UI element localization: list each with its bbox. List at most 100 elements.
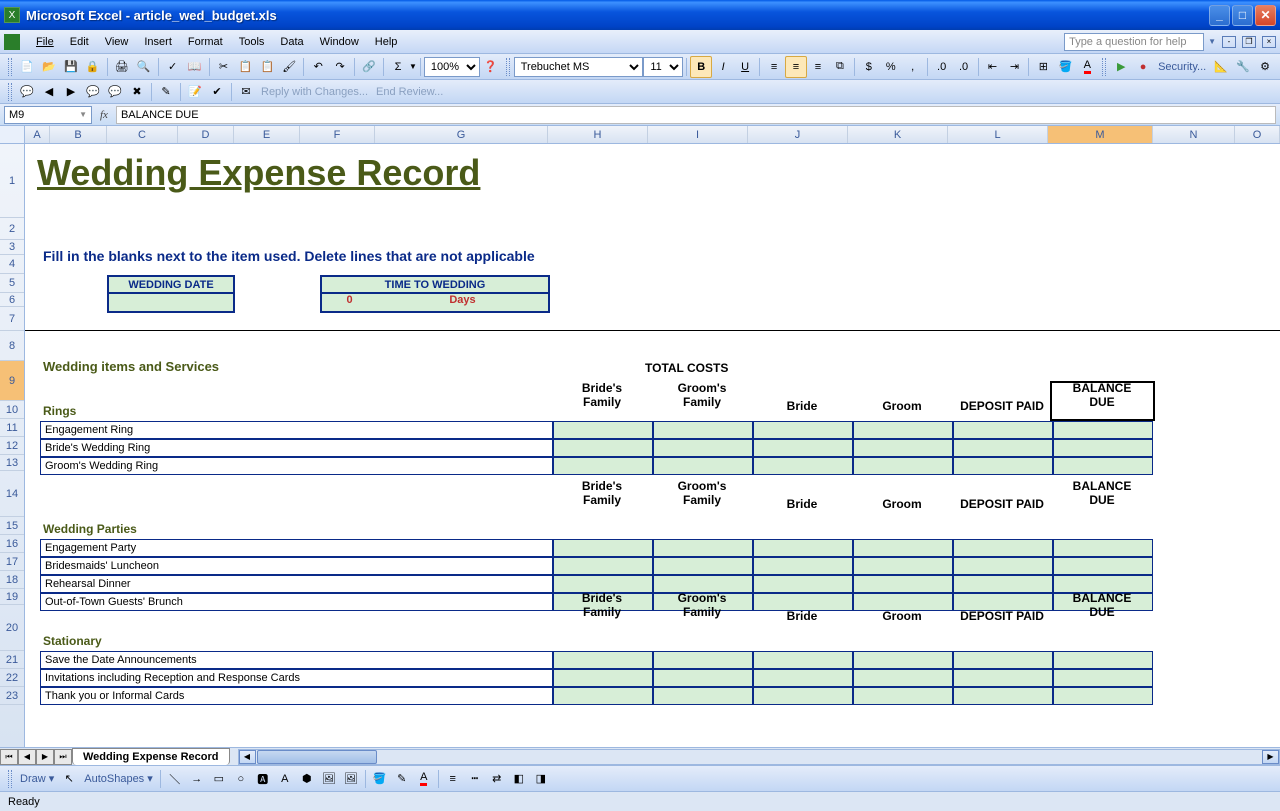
value-cell[interactable] xyxy=(653,539,753,557)
row-header-19[interactable]: 19 xyxy=(0,589,24,605)
value-cell[interactable] xyxy=(553,687,653,705)
open-icon[interactable]: 📂 xyxy=(38,56,60,78)
copy-icon[interactable]: 📋 xyxy=(234,56,256,78)
value-cell[interactable] xyxy=(853,669,953,687)
value-cell[interactable] xyxy=(1053,687,1153,705)
merge-center-icon[interactable]: ⧉ xyxy=(829,56,851,78)
item-cell[interactable]: Engagement Party xyxy=(40,539,553,557)
row-header-3[interactable]: 3 xyxy=(0,240,24,255)
print-icon[interactable]: 🖨 xyxy=(111,56,133,78)
italic-button[interactable]: I xyxy=(712,56,734,78)
font-color-draw-icon[interactable]: A xyxy=(413,768,435,790)
column-header-C[interactable]: C xyxy=(107,126,178,143)
percent-icon[interactable]: % xyxy=(880,56,902,78)
redo-icon[interactable]: ↷ xyxy=(329,56,351,78)
cut-icon[interactable]: ✂ xyxy=(213,56,235,78)
minimize-button[interactable]: _ xyxy=(1209,5,1230,26)
track-changes-icon[interactable]: 📝 xyxy=(184,81,206,103)
fill-color-draw-icon[interactable]: 🪣 xyxy=(369,768,391,790)
column-header-L[interactable]: L xyxy=(948,126,1048,143)
value-cell[interactable] xyxy=(653,687,753,705)
clipart-icon[interactable]: 🖼 xyxy=(318,768,340,790)
new-comment-icon[interactable]: 💬 xyxy=(16,81,38,103)
send-mail-icon[interactable]: ✉ xyxy=(235,81,257,103)
show-comment-icon[interactable]: 💬 xyxy=(82,81,104,103)
formula-input[interactable]: BALANCE DUE xyxy=(116,106,1276,124)
row-header-12[interactable]: 12 xyxy=(0,437,24,455)
value-cell[interactable] xyxy=(753,421,853,439)
value-cell[interactable] xyxy=(653,439,753,457)
oval-icon[interactable]: ○ xyxy=(230,768,252,790)
align-left-icon[interactable]: ≡ xyxy=(763,56,785,78)
value-cell[interactable] xyxy=(753,651,853,669)
value-cell[interactable] xyxy=(853,421,953,439)
decrease-indent-icon[interactable]: ⇤ xyxy=(982,56,1004,78)
item-cell[interactable]: Save the Date Announcements xyxy=(40,651,553,669)
paste-icon[interactable]: 📋 xyxy=(256,56,278,78)
next-comment-icon[interactable]: ▶ xyxy=(60,81,82,103)
column-header-H[interactable]: H xyxy=(548,126,648,143)
show-all-comments-icon[interactable]: 💬 xyxy=(104,81,126,103)
value-cell[interactable] xyxy=(553,651,653,669)
row-header-18[interactable]: 18 xyxy=(0,571,24,589)
item-cell[interactable]: Groom's Wedding Ring xyxy=(40,457,553,475)
line-icon[interactable]: ＼ xyxy=(164,768,186,790)
value-cell[interactable] xyxy=(1053,669,1153,687)
doc-close-button[interactable]: × xyxy=(1262,36,1276,48)
record-macro-icon[interactable]: ● xyxy=(1132,56,1154,78)
sheet-tab-active[interactable]: Wedding Expense Record xyxy=(72,748,230,765)
item-cell[interactable]: Out-of-Town Guests' Brunch xyxy=(40,593,553,611)
item-cell[interactable]: Thank you or Informal Cards xyxy=(40,687,553,705)
font-dropdown[interactable]: Trebuchet MS xyxy=(514,57,644,77)
value-cell[interactable] xyxy=(753,539,853,557)
value-cell[interactable] xyxy=(653,421,753,439)
value-cell[interactable] xyxy=(1053,557,1153,575)
row-header-11[interactable]: 11 xyxy=(0,419,24,437)
vba-icon[interactable]: 📐 xyxy=(1210,56,1232,78)
wedding-date-value[interactable] xyxy=(107,294,235,313)
tab-nav-first[interactable]: ⏮ xyxy=(0,749,18,765)
column-header-D[interactable]: D xyxy=(178,126,234,143)
column-header-O[interactable]: O xyxy=(1235,126,1280,143)
increase-indent-icon[interactable]: ⇥ xyxy=(1003,56,1025,78)
align-right-icon[interactable]: ≡ xyxy=(807,56,829,78)
column-header-M[interactable]: M xyxy=(1048,126,1153,143)
help-search-input[interactable] xyxy=(1064,33,1204,51)
row-header-5[interactable]: 5 xyxy=(0,274,24,293)
value-cell[interactable] xyxy=(953,439,1053,457)
wordart-icon[interactable]: A xyxy=(274,768,296,790)
value-cell[interactable] xyxy=(553,539,653,557)
value-cell[interactable] xyxy=(653,457,753,475)
font-size-dropdown[interactable]: 11 xyxy=(643,57,683,77)
name-box[interactable]: M9▼ xyxy=(4,106,92,124)
value-cell[interactable] xyxy=(853,439,953,457)
value-cell[interactable] xyxy=(953,669,1053,687)
row-header-21[interactable]: 21 xyxy=(0,651,24,669)
value-cell[interactable] xyxy=(753,575,853,593)
value-cell[interactable] xyxy=(753,687,853,705)
delete-comment-icon[interactable]: ✖ xyxy=(126,81,148,103)
print-preview-icon[interactable]: 🔍 xyxy=(133,56,155,78)
row-header-1[interactable]: 1 xyxy=(0,144,24,218)
scroll-left-button[interactable]: ◀ xyxy=(239,750,256,764)
value-cell[interactable] xyxy=(953,557,1053,575)
security-button[interactable]: Security... xyxy=(1154,61,1210,73)
column-header-E[interactable]: E xyxy=(234,126,300,143)
value-cell[interactable] xyxy=(553,557,653,575)
menu-tools[interactable]: Tools xyxy=(231,33,273,51)
column-header-A[interactable]: A xyxy=(25,126,50,143)
arrow-style-icon[interactable]: ⇄ xyxy=(486,768,508,790)
value-cell[interactable] xyxy=(1053,439,1153,457)
value-cell[interactable] xyxy=(653,651,753,669)
value-cell[interactable] xyxy=(1053,651,1153,669)
value-cell[interactable] xyxy=(553,439,653,457)
textbox-icon[interactable]: 🅰 xyxy=(252,768,274,790)
column-header-F[interactable]: F xyxy=(300,126,375,143)
help-icon[interactable]: ❓ xyxy=(480,56,502,78)
format-painter-icon[interactable]: 🖌 xyxy=(278,56,300,78)
row-header-14[interactable]: 14 xyxy=(0,471,24,517)
row-header-23[interactable]: 23 xyxy=(0,687,24,705)
column-header-G[interactable]: G xyxy=(375,126,548,143)
value-cell[interactable] xyxy=(853,687,953,705)
column-header-B[interactable]: B xyxy=(50,126,107,143)
